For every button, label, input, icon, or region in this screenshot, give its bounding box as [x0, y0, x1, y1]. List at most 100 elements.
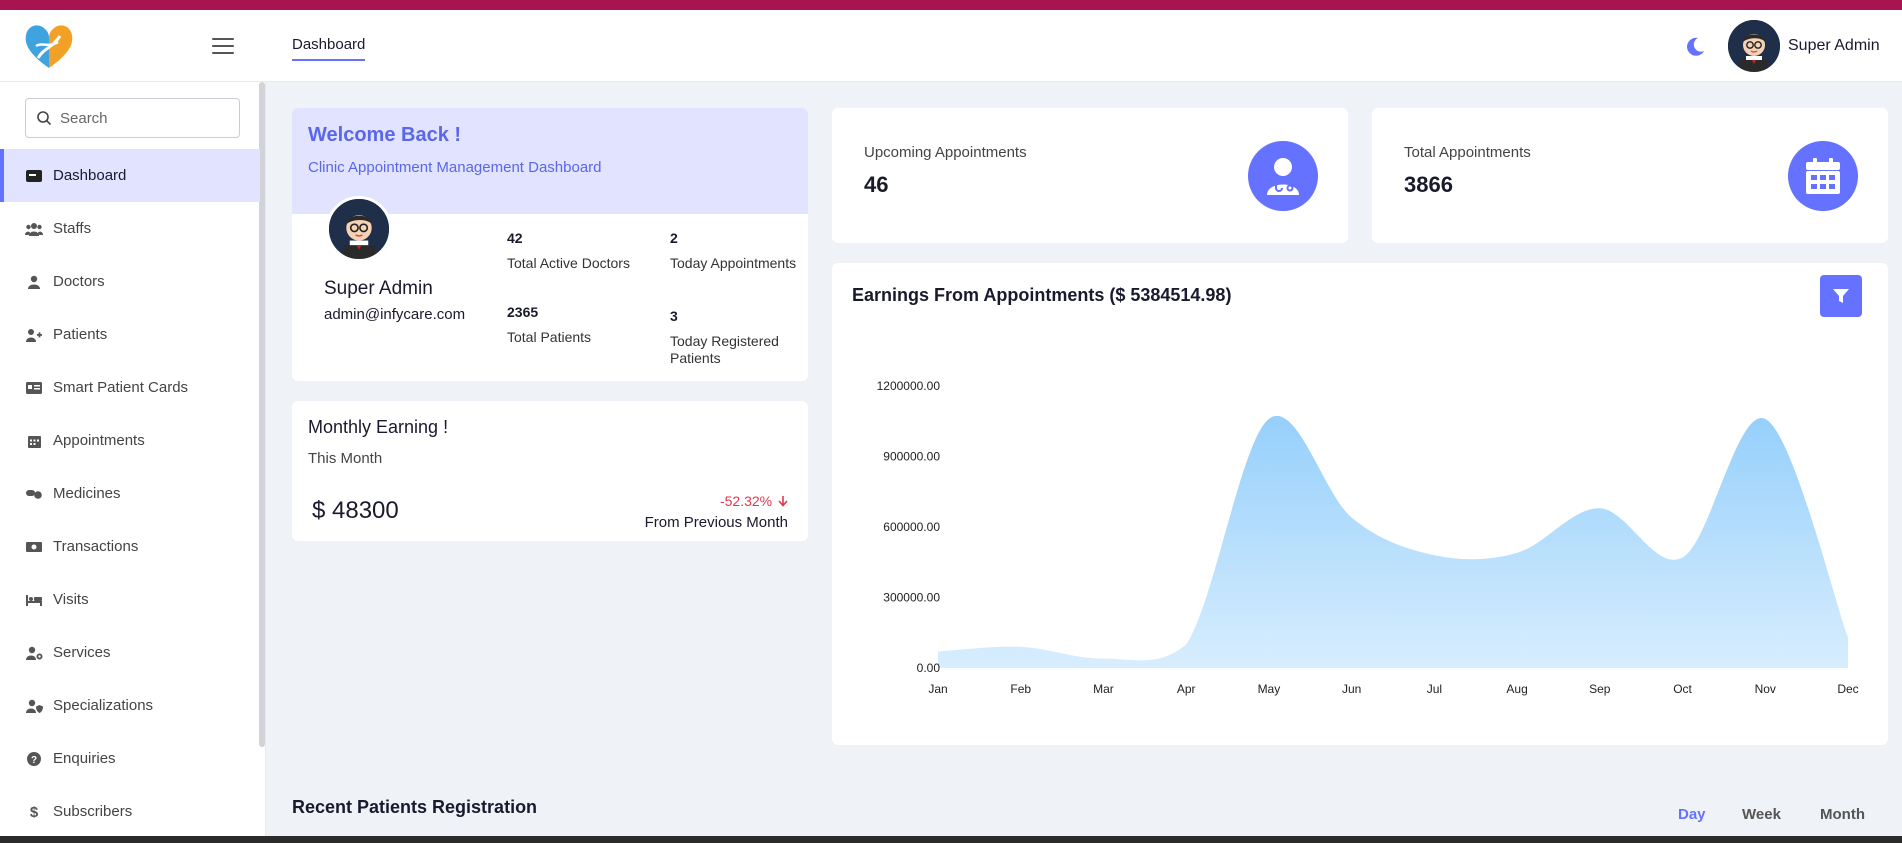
sidebar: Dashboard Staffs Doctors Patients Smart …: [0, 82, 266, 843]
chart-title: Earnings From Appointments ($ 5384514.98…: [852, 285, 1232, 305]
user-shield-icon: [25, 697, 43, 715]
x-tick-label: Dec: [1837, 682, 1858, 696]
dollar-icon: $: [25, 803, 43, 821]
upcoming-appointments-card: Upcoming Appointments 46: [832, 108, 1348, 243]
top-accent-stripe: [0, 0, 1902, 10]
sidebar-item-label: Subscribers: [53, 803, 133, 820]
dashboard-icon: [25, 167, 43, 185]
sidebar-item-services[interactable]: Services: [0, 626, 260, 679]
search-icon: [37, 111, 52, 126]
sidebar-item-appointments[interactable]: Appointments: [0, 414, 260, 467]
tab-dashboard[interactable]: Dashboard: [292, 36, 366, 61]
stat-today-appointments: 2 Today Appointments: [670, 230, 800, 272]
x-tick-label: Mar: [1093, 682, 1114, 696]
sidebar-item-medicines[interactable]: Medicines: [0, 467, 260, 520]
x-tick-label: Jun: [1342, 682, 1361, 696]
period-week-tab[interactable]: Week: [1742, 806, 1781, 823]
sidebar-item-dashboard[interactable]: Dashboard: [0, 149, 260, 202]
top-header: Dashboard Super Admin: [0, 10, 1902, 82]
user-name[interactable]: Super Admin: [1788, 37, 1880, 55]
sidebar-item-smart-patient-cards[interactable]: Smart Patient Cards: [0, 361, 260, 414]
bottom-edge-bar: [0, 836, 1902, 843]
sidebar-item-label: Services: [53, 644, 111, 661]
patient-icon: [25, 326, 43, 344]
pills-icon: [25, 485, 43, 503]
monthly-earning-title: Monthly Earning !: [308, 417, 449, 437]
monthly-change-note: From Previous Month: [644, 514, 788, 531]
sidebar-item-staffs[interactable]: Staffs: [0, 202, 260, 255]
sidebar-item-label: Patients: [53, 326, 108, 343]
clinic-logo-icon[interactable]: [22, 18, 78, 74]
welcome-card: Welcome Back ! Clinic Appointment Manage…: [292, 108, 808, 381]
users-icon: [25, 220, 43, 238]
monthly-earning-amount: $ 48300: [312, 497, 399, 524]
stat-today-registered-patients: 3 Today Registered Patients: [670, 308, 805, 367]
x-tick-label: Jul: [1427, 682, 1442, 696]
calendar-icon: [25, 432, 43, 450]
menu-toggle-icon[interactable]: [212, 38, 234, 56]
sidebar-item-label: Staffs: [53, 220, 92, 237]
money-icon: [25, 538, 43, 556]
monthly-change-value: -52.32%: [719, 493, 773, 509]
svg-text:?: ?: [31, 755, 37, 766]
question-icon: ?: [25, 750, 43, 768]
welcome-title: Welcome Back !: [308, 124, 462, 146]
stat-label: Today Appointments: [670, 255, 797, 271]
y-tick-label: 0.00: [917, 661, 941, 675]
dark-mode-toggle-icon[interactable]: [1684, 36, 1706, 58]
svg-text:$: $: [30, 804, 39, 819]
user-avatar[interactable]: [1728, 20, 1780, 72]
profile-name: Super Admin: [324, 278, 433, 299]
kpi-label: Upcoming Appointments: [864, 144, 1027, 161]
stat-label: Total Patients: [507, 329, 592, 345]
x-tick-label: Feb: [1010, 682, 1031, 696]
kpi-label: Total Appointments: [1404, 144, 1531, 161]
sidebar-item-label: Dashboard: [53, 167, 127, 184]
stat-value: 42: [507, 230, 523, 246]
monthly-earning-card: Monthly Earning ! This Month $ 48300 -52…: [292, 401, 808, 541]
search-input[interactable]: [60, 109, 220, 127]
x-tick-label: Oct: [1673, 682, 1692, 696]
x-tick-label: May: [1258, 682, 1281, 696]
stat-total-patients: 2365 Total Patients: [507, 304, 637, 346]
stat-value: 3: [670, 308, 678, 324]
sidebar-item-visits[interactable]: Visits: [0, 573, 260, 626]
earnings-chart-card: 0.00 300000.00 600000.00 900000.00 1200000.0…: [832, 263, 1888, 745]
y-tick-label: 300000.00: [883, 591, 940, 605]
sidebar-item-patients[interactable]: Patients: [0, 308, 260, 361]
stat-label: Today Registered Patients: [670, 333, 779, 366]
doctor-icon: [1248, 141, 1318, 211]
id-card-icon: [25, 379, 43, 397]
x-tick-label: Jan: [928, 682, 947, 696]
profile-avatar: [326, 196, 392, 262]
y-tick-label: 1200000.00: [877, 379, 941, 393]
sidebar-item-doctors[interactable]: Doctors: [0, 255, 260, 308]
sidebar-item-specializations[interactable]: Specializations: [0, 679, 260, 732]
recent-patients-title: Recent Patients Registration: [292, 797, 538, 817]
stat-label: Total Active Doctors: [507, 255, 630, 271]
sidebar-item-transactions[interactable]: Transactions: [0, 520, 260, 573]
filter-icon: [1833, 289, 1849, 303]
sidebar-item-enquiries[interactable]: ? Enquiries: [0, 732, 260, 785]
x-tick-label: Nov: [1755, 682, 1776, 696]
sidebar-item-subscribers[interactable]: $ Subscribers: [0, 785, 260, 838]
calendar-icon: [1788, 141, 1858, 211]
user-cog-icon: [25, 644, 43, 662]
sidebar-item-label: Appointments: [53, 432, 145, 449]
stat-total-active-doctors: 42 Total Active Doctors: [507, 230, 637, 272]
y-tick-label: 900000.00: [883, 450, 940, 464]
profile-email: admin@infycare.com: [324, 306, 466, 323]
sidebar-item-label: Smart Patient Cards: [53, 379, 189, 396]
filter-button[interactable]: [1820, 275, 1862, 317]
monthly-change: -52.32%: [720, 493, 788, 509]
sidebar-item-label: Specializations: [53, 697, 154, 714]
period-month-tab[interactable]: Month: [1820, 806, 1865, 823]
earnings-chart: 0.00 300000.00 600000.00 900000.00 1200000.0…: [877, 379, 1859, 696]
stat-value: 2: [670, 230, 678, 246]
y-tick-label: 600000.00: [883, 520, 940, 534]
earnings-area-series: [938, 415, 1848, 668]
sidebar-item-label: Transactions: [53, 538, 139, 555]
monthly-earning-subtitle: This Month: [308, 450, 383, 467]
period-day-tab[interactable]: Day: [1678, 806, 1706, 823]
search-box[interactable]: [25, 98, 240, 138]
